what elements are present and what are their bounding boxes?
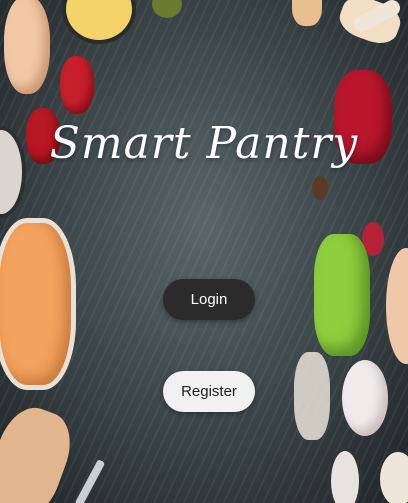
garlic-image [380,452,408,503]
knife-image [74,459,106,503]
bowl-image [328,448,362,503]
lemon-slice-image [62,0,136,44]
peach-image [386,248,408,364]
login-screen: Smart Pantry Login Register [0,0,408,503]
olive-image [152,0,182,18]
beans-image [294,352,330,440]
app-title: Smart Pantry [49,118,359,169]
bread-image [292,0,322,26]
register-button[interactable]: Register [163,371,255,412]
lettuce-image [314,234,370,356]
egg-image [4,0,50,94]
tomato-image [60,56,94,114]
mushroom-image [342,360,388,436]
bread-slice-image [0,399,81,503]
login-button[interactable]: Login [163,279,255,320]
nut-image [312,176,328,200]
pizza-image [0,218,76,390]
